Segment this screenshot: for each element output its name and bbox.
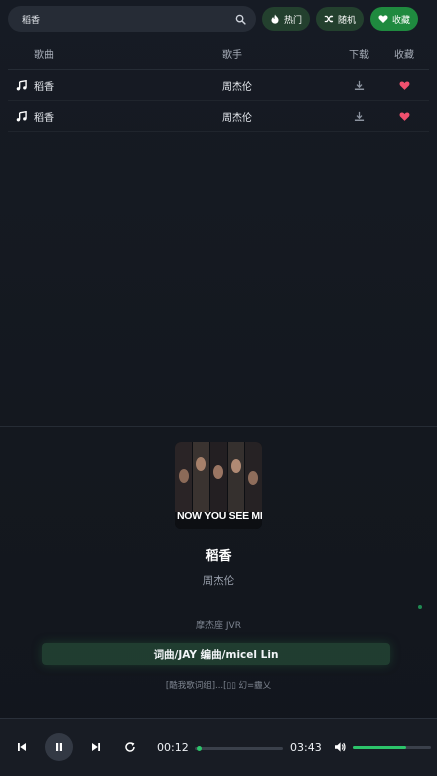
song-name[interactable]: 稻香 <box>34 78 222 93</box>
scroll-indicator <box>418 605 422 609</box>
download-icon[interactable] <box>334 111 384 122</box>
heart-icon[interactable] <box>384 80 424 91</box>
pause-icon <box>56 743 62 751</box>
progress-bar[interactable] <box>195 746 283 751</box>
artist-name[interactable]: 周杰伦 <box>222 78 334 93</box>
top-bar: 热门 随机 收藏 <box>0 0 437 38</box>
now-playing-title: 稻香 <box>205 549 232 564</box>
lyric-line-next: [酷我歌词组]...[▯▯ 幻=霾乂 <box>165 681 272 691</box>
duration: 03:43 <box>290 741 322 754</box>
music-note-icon <box>8 79 34 91</box>
volume-fill <box>353 746 407 749</box>
album-cover: NOW YOU SEE ME2 <box>175 442 262 529</box>
header-artist: 歌手 <box>222 50 242 61</box>
favorite-label: 收藏 <box>392 15 411 26</box>
current-time: 00:12 <box>157 741 189 754</box>
search-box[interactable] <box>8 6 256 32</box>
header-download: 下载 <box>349 50 369 61</box>
lyric-line-current: 词曲/JAY 编曲/micel Lin <box>42 643 390 665</box>
search-icon[interactable] <box>234 13 246 25</box>
shuffle-icon <box>324 15 334 23</box>
random-button[interactable]: 随机 <box>316 7 365 31</box>
favorite-button[interactable]: 收藏 <box>370 7 419 31</box>
table-header: 歌曲 歌手 下载 收藏 <box>8 38 429 70</box>
random-label: 随机 <box>338 15 357 26</box>
table-row[interactable]: 稻香 周杰伦 <box>8 70 429 101</box>
heart-icon <box>378 15 388 23</box>
song-table: 歌曲 歌手 下载 收藏 稻香 周杰伦 稻香 周杰伦 <box>8 38 429 132</box>
song-name[interactable]: 稻香 <box>34 109 222 124</box>
hot-label: 热门 <box>284 15 303 26</box>
header-song: 歌曲 <box>34 50 54 61</box>
download-icon[interactable] <box>334 80 384 91</box>
table-row[interactable]: 稻香 周杰伦 <box>8 101 429 132</box>
volume-icon[interactable] <box>332 739 348 755</box>
header-favorite: 收藏 <box>394 50 414 61</box>
now-playing-artist: 周杰伦 <box>202 575 235 587</box>
progress-knob[interactable] <box>197 746 203 751</box>
next-icon[interactable] <box>88 739 104 755</box>
previous-icon[interactable] <box>14 739 30 755</box>
artist-name[interactable]: 周杰伦 <box>222 109 334 124</box>
hot-button[interactable]: 热门 <box>262 7 311 31</box>
section-divider <box>0 426 437 427</box>
search-input[interactable] <box>22 14 234 24</box>
volume-slider[interactable] <box>353 746 431 749</box>
repeat-icon[interactable] <box>122 739 138 755</box>
pause-button[interactable] <box>45 733 73 761</box>
music-note-icon <box>8 110 34 122</box>
lyric-line-prev: 摩杰座 JVR <box>196 621 241 631</box>
heart-icon[interactable] <box>384 111 424 122</box>
player-controls: 00:12 03:43 <box>0 718 437 776</box>
album-cover-text: NOW YOU SEE ME2 <box>177 510 262 522</box>
fire-icon <box>271 14 279 24</box>
